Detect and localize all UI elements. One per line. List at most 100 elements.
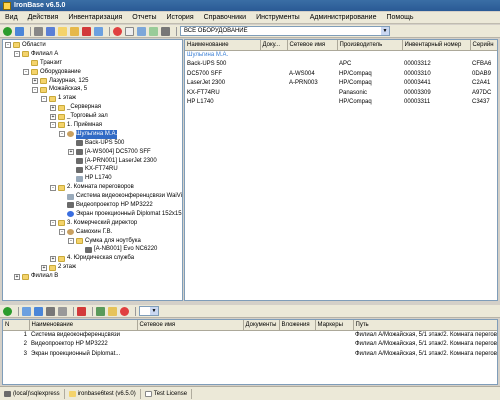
collapse-icon[interactable]: - (50, 122, 56, 129)
column-header[interactable]: Вложения (279, 320, 316, 331)
menu-item[interactable]: Инвентаризация (63, 14, 127, 21)
expand-icon[interactable]: + (41, 264, 47, 271)
menu-item[interactable]: Справочники (199, 14, 251, 21)
tree-node[interactable]: - Сумка для ноутбука (3, 237, 182, 246)
tree-node[interactable]: [A-PRN001] LaserJet 2300 (3, 157, 182, 166)
chevron-down-icon[interactable]: ▼ (381, 27, 389, 35)
marker-select[interactable]: ▼ (139, 306, 159, 316)
expand-icon[interactable]: + (14, 273, 20, 280)
tree-node[interactable]: + Лазурная, 125 (3, 77, 182, 86)
menu-item[interactable]: Администрирование (305, 14, 382, 21)
collapse-icon[interactable]: - (59, 131, 65, 138)
tree-node[interactable]: - Шульгина М.А. (3, 129, 182, 139)
tree-node[interactable]: - Филиал А (3, 50, 182, 59)
save-icon[interactable] (46, 306, 55, 316)
tree-node[interactable]: + Филиал В (3, 272, 182, 281)
tree-node[interactable]: Транзит (3, 59, 182, 68)
expand-icon[interactable]: + (68, 149, 74, 156)
list-icon[interactable] (34, 306, 43, 316)
chevron-down-icon[interactable]: ▼ (150, 307, 158, 315)
calendar-icon[interactable] (125, 26, 134, 36)
expand-icon[interactable]: + (50, 113, 56, 120)
collapse-icon[interactable]: - (41, 95, 47, 102)
collapse-icon[interactable]: - (59, 229, 65, 236)
tree-node[interactable]: + [A-WS004] DC5700 SFF (3, 148, 182, 157)
menu-item[interactable]: Отчеты (127, 14, 161, 21)
table-row[interactable]: 2 Видеопроектор HP MP3222 Филиал А/Можайск… (3, 340, 497, 350)
open-folder-icon[interactable] (70, 26, 79, 36)
properties-icon[interactable] (22, 306, 31, 316)
equipment-filter-select[interactable]: ВСЕ ОБОРУДОВАНИЕ ▼ (180, 26, 390, 36)
tree-node[interactable]: KX-FT74RU (3, 165, 182, 174)
grid-icon[interactable] (137, 26, 146, 36)
tree-node[interactable]: Видеопроектор HP MP3222 (3, 201, 182, 210)
collapse-icon[interactable]: - (14, 51, 20, 58)
tree-node[interactable]: - 1 этаж (3, 94, 182, 103)
history-icon[interactable] (113, 26, 122, 36)
tree-node[interactable]: HP L1740 (3, 174, 182, 183)
table-row[interactable]: Back-UPS 500 APC 00003312 CFBA6 (185, 60, 497, 70)
collapse-icon[interactable]: - (50, 184, 56, 191)
tree-node[interactable]: Back-UPS 500 (3, 139, 182, 148)
column-header[interactable]: Маркеры (315, 320, 354, 331)
column-header[interactable]: Сетевое имя (287, 40, 338, 51)
refresh-icon[interactable] (3, 26, 12, 36)
group-row[interactable]: Шульгина М.А. (185, 50, 497, 60)
column-header[interactable]: N (3, 320, 30, 331)
column-header[interactable]: Серийн (470, 40, 497, 51)
tree-node[interactable]: - 3. Комерческий директор (3, 219, 182, 228)
column-header[interactable]: Документы (243, 320, 280, 331)
tree-node[interactable]: Система видеоконференцсвязи WaiVideo (3, 192, 182, 201)
new-folder-icon[interactable] (58, 26, 67, 36)
column-header[interactable]: Производитель (337, 40, 403, 51)
collapse-icon[interactable]: - (23, 69, 29, 76)
column-header[interactable]: Наименование (29, 320, 138, 331)
print-icon[interactable] (161, 26, 170, 36)
tree-node[interactable]: +2 этаж (3, 263, 182, 272)
info-icon[interactable] (120, 306, 129, 316)
tree-node[interactable]: - Области (3, 41, 182, 50)
tree-node[interactable]: Экран проекционный Diplomat 152x152 (3, 210, 182, 219)
collapse-icon[interactable]: - (5, 42, 11, 49)
expand-icon[interactable]: + (50, 104, 56, 111)
menu-item[interactable]: Помощь (381, 14, 418, 21)
delete-icon[interactable] (77, 306, 86, 316)
table-row[interactable]: HP L1740 HP/Compaq 00003311 C3437 (185, 98, 497, 108)
tree-node[interactable]: - Можайская, 5 (3, 85, 182, 94)
report-icon[interactable] (149, 26, 158, 36)
properties-icon[interactable] (94, 26, 103, 36)
expand-icon[interactable]: + (32, 78, 38, 84)
menu-item[interactable]: История (161, 14, 198, 21)
tree-node[interactable]: - 2. Комната переговоров (3, 183, 182, 192)
column-header[interactable]: Наименование (185, 40, 261, 51)
table-row[interactable]: DC5700 SFF A-WS004 HP/Compaq 00003310 0DAB9 (185, 69, 497, 79)
tree-node[interactable]: + _Серверная (3, 103, 182, 112)
delete-icon[interactable] (82, 26, 91, 36)
mail-icon[interactable] (108, 306, 117, 316)
menu-item[interactable]: Инструменты (251, 14, 305, 21)
print-icon[interactable] (58, 306, 67, 316)
column-header[interactable]: Доку... (260, 40, 288, 51)
export-icon[interactable] (96, 306, 105, 316)
table-row[interactable]: LaserJet 2300 A-PRN003 HP/Compaq 00003441 C2… (185, 79, 497, 89)
column-header[interactable]: Сетевое имя (137, 320, 244, 331)
copy-icon[interactable] (46, 26, 55, 36)
menu-item[interactable]: Вид (0, 14, 23, 21)
refresh-icon[interactable] (3, 306, 12, 316)
menu-item[interactable]: Действия (23, 14, 64, 21)
tree-node[interactable]: - Оборудование (3, 68, 182, 77)
home-icon[interactable] (15, 26, 24, 36)
collapse-icon[interactable]: - (32, 86, 38, 93)
table-row[interactable]: 1 Система видеоконференцсвязи Филиал А/Мож… (3, 330, 497, 340)
tree-node[interactable]: - 1. Приёмная (3, 121, 182, 130)
tree-node[interactable]: [A-NB001] Evo NC6220 (3, 245, 182, 254)
tree-node[interactable]: + _Торговый зал (3, 112, 182, 121)
collapse-icon[interactable]: - (50, 220, 56, 227)
collapse-icon[interactable]: - (68, 238, 74, 245)
column-header[interactable]: Инвентарный номер (402, 40, 471, 51)
table-row[interactable]: KX-FT74RU Panasonic 00003309 A97DC (185, 88, 497, 98)
expand-icon[interactable]: + (50, 255, 56, 262)
tree-node[interactable]: +4. Юридическая служба (3, 254, 182, 263)
column-header[interactable]: Путь (353, 320, 497, 331)
cut-icon[interactable] (34, 26, 43, 36)
